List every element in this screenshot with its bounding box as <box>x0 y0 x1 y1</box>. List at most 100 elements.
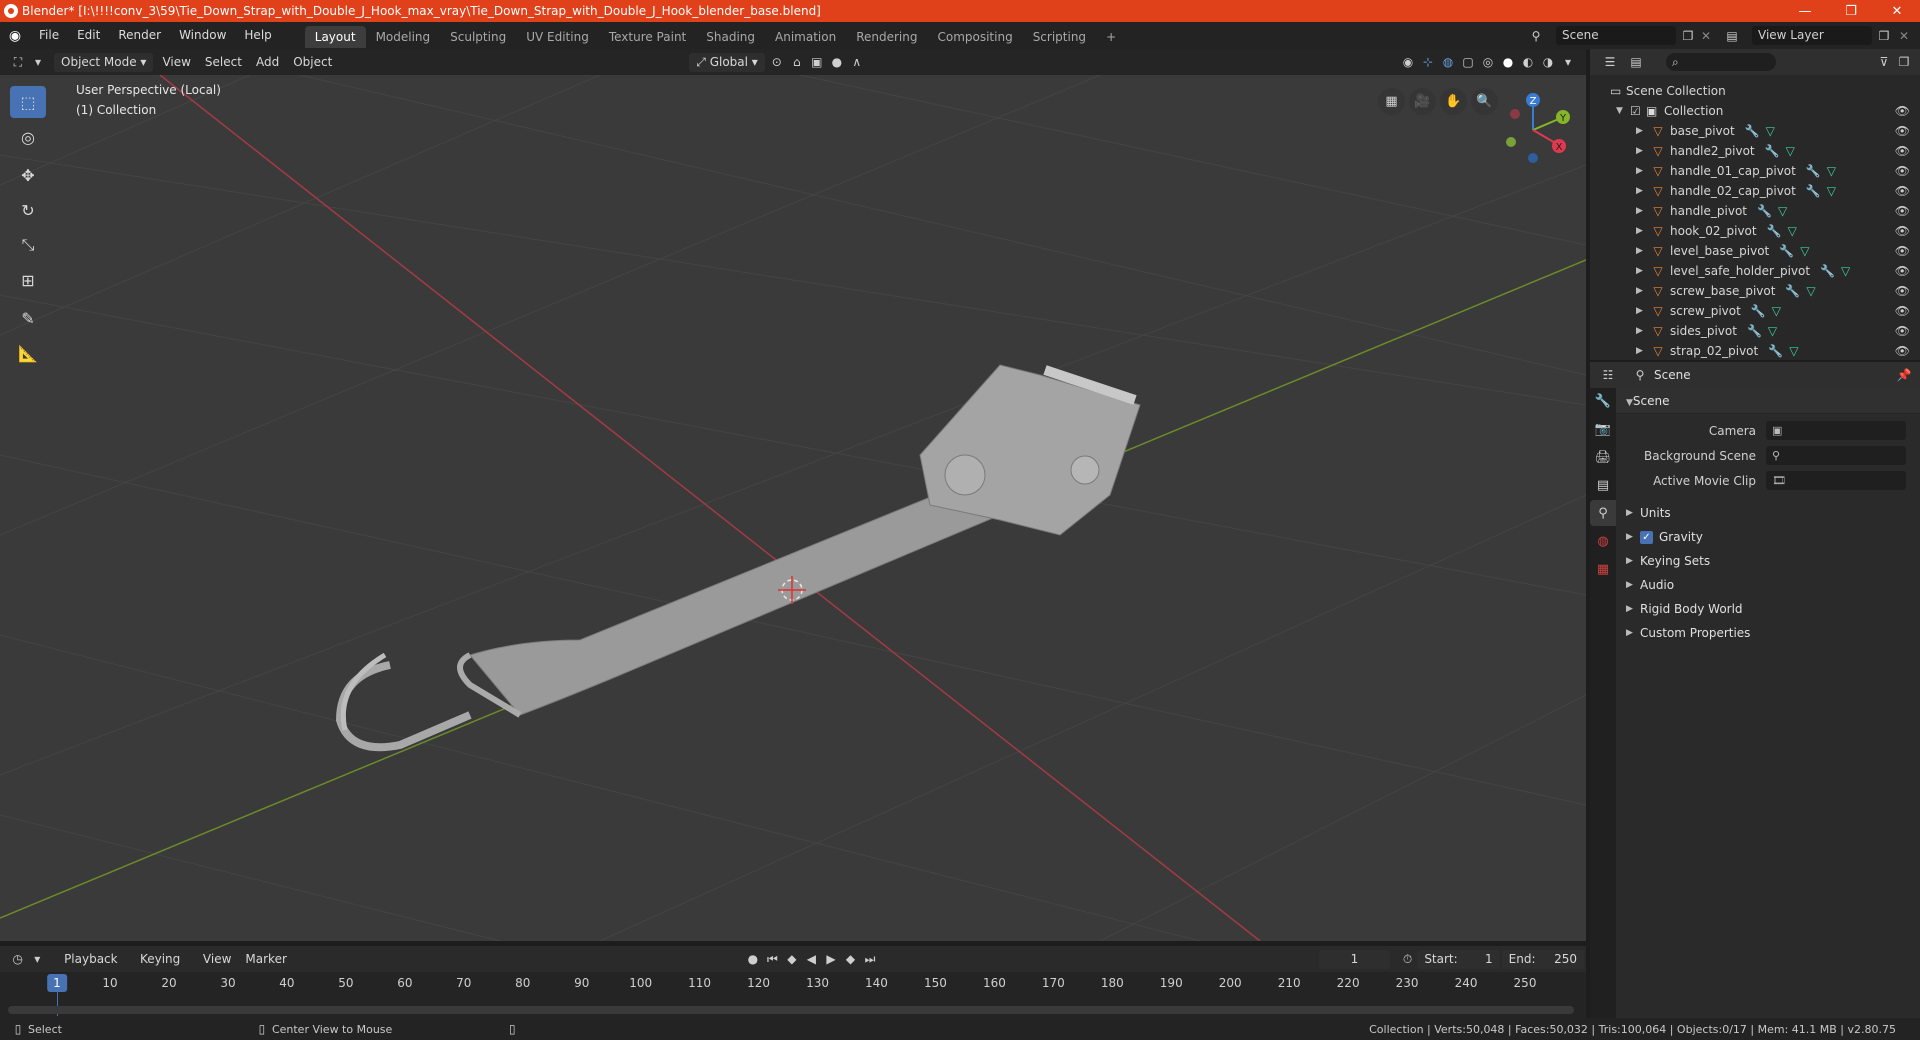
expand-chevron-icon[interactable]: ▶ <box>1636 306 1650 316</box>
tab-shading[interactable]: Shading <box>696 26 765 48</box>
new-view-layer-icon[interactable]: ❐ <box>1874 26 1894 45</box>
tab-uv-editing[interactable]: UV Editing <box>516 26 599 48</box>
eye-icon[interactable]: 👁 <box>1895 264 1910 278</box>
menu-window[interactable]: Window <box>170 22 235 49</box>
timeline-menu-view[interactable]: View <box>196 950 238 969</box>
tab-scripting[interactable]: Scripting <box>1023 26 1096 48</box>
view-layer-browse-icon[interactable]: ▤ <box>1722 26 1742 45</box>
gizmo-toggle-icon[interactable]: ⊹ <box>1418 53 1438 72</box>
rotate-icon[interactable]: ↻ <box>10 194 46 226</box>
outliner-object-row[interactable]: ▶ ▽ level_base_pivot 🔧 ▽ 👁 <box>1590 241 1920 261</box>
mesh-data-icon[interactable]: ▽ <box>1768 324 1777 338</box>
tab-modeling[interactable]: Modeling <box>366 26 441 48</box>
modifier-icon[interactable]: 🔧 <box>1757 204 1772 218</box>
annotate-icon[interactable]: ✎ <box>10 302 46 334</box>
modifier-icon[interactable]: 🔧 <box>1751 304 1766 318</box>
outliner-object-row[interactable]: ▶ ▽ hook_02_pivot 🔧 ▽ 👁 <box>1590 221 1920 241</box>
pan-view-icon[interactable]: ✋ <box>1440 88 1467 115</box>
custom-properties-panel[interactable]: ▶ Custom Properties <box>1616 621 1920 645</box>
eye-icon[interactable]: 👁 <box>1895 224 1910 238</box>
collection-row[interactable]: ▼ ☑ ▣ Collection 👁 <box>1590 101 1920 121</box>
shading-options-icon[interactable]: ▾ <box>1558 53 1578 72</box>
expand-chevron-icon[interactable]: ▶ <box>1636 326 1650 336</box>
modifier-icon[interactable]: 🔧 <box>1779 244 1794 258</box>
viewport-menu-add[interactable]: Add <box>249 53 286 72</box>
expand-chevron-icon[interactable]: ▶ <box>1636 346 1650 356</box>
menu-edit[interactable]: Edit <box>68 22 109 49</box>
render-properties-icon[interactable]: 📷 <box>1590 416 1616 442</box>
gravity-checkbox[interactable]: ✓ <box>1640 530 1653 544</box>
eye-icon[interactable]: 👁 <box>1895 204 1910 218</box>
cursor-icon[interactable]: ◎ <box>10 121 46 153</box>
mesh-data-icon[interactable]: ▽ <box>1786 144 1795 158</box>
current-frame-field[interactable]: 1 <box>1319 949 1390 969</box>
overlay-toggle-icon[interactable]: ◍ <box>1438 53 1458 72</box>
close-button[interactable]: ✕ <box>1874 0 1920 22</box>
expand-chevron-icon[interactable]: ▶ <box>1636 246 1650 256</box>
mesh-data-icon[interactable]: ▽ <box>1800 244 1809 258</box>
new-collection-icon[interactable]: ❐ <box>1894 53 1914 72</box>
display-mode-icon[interactable]: ▤ <box>1626 53 1646 72</box>
background-scene-field[interactable]: ⚲ <box>1766 446 1906 465</box>
add-workspace-button[interactable]: + <box>1096 26 1126 48</box>
xray-icon[interactable]: ▢ <box>1458 53 1478 72</box>
checkbox-icon[interactable]: ☑ <box>1630 104 1646 118</box>
viewport-menu-object[interactable]: Object <box>286 53 339 72</box>
scene-selector[interactable]: Scene <box>1556 26 1676 45</box>
eye-icon[interactable]: 👁 <box>1895 324 1910 338</box>
world-properties-icon[interactable]: ◍ <box>1590 528 1616 554</box>
tab-sculpting[interactable]: Sculpting <box>440 26 516 48</box>
modifier-icon[interactable]: 🔧 <box>1767 224 1782 238</box>
viewport-menu-select[interactable]: Select <box>198 53 249 72</box>
units-panel[interactable]: ▶ Units <box>1616 501 1920 525</box>
play-reverse-icon[interactable]: ◀ <box>802 950 822 969</box>
material-shading-icon[interactable]: ◐ <box>1518 53 1538 72</box>
expand-chevron-icon[interactable]: ▶ <box>1636 146 1650 156</box>
timeline-editor-type-icon[interactable]: ◷ <box>8 950 28 969</box>
expand-chevron-icon[interactable]: ▶ <box>1636 206 1650 216</box>
3d-viewport[interactable]: User Perspective (Local) (1) Collection <box>0 75 1586 941</box>
mesh-data-icon[interactable]: ▽ <box>1827 164 1836 178</box>
mode-dropdown[interactable]: Object Mode ▾ <box>54 52 154 72</box>
rigid-body-world-panel[interactable]: ▶ Rigid Body World <box>1616 597 1920 621</box>
viewport-menu-view[interactable]: View <box>155 53 197 72</box>
jump-start-icon[interactable]: ⏮ <box>763 950 783 969</box>
expand-chevron-icon[interactable]: ▶ <box>1636 266 1650 276</box>
prev-keyframe-icon[interactable]: ◆ <box>782 950 802 969</box>
tab-layout[interactable]: Layout <box>304 25 366 48</box>
snap-target-icon[interactable]: ▣ <box>807 53 827 72</box>
select-box-icon[interactable]: ⬚ <box>10 86 46 118</box>
gravity-panel[interactable]: ▶ ✓ Gravity <box>1616 525 1920 549</box>
modifier-icon[interactable]: 🔧 <box>1820 264 1835 278</box>
outliner-search-input[interactable]: ⌕ <box>1666 53 1776 71</box>
outliner-editor-type-icon[interactable]: ☰ <box>1600 53 1620 72</box>
tab-animation[interactable]: Animation <box>765 26 846 48</box>
snap-icon[interactable]: ⌂ <box>787 53 807 72</box>
texture-properties-icon[interactable]: ▦ <box>1590 556 1616 582</box>
timeline-menu-playback[interactable]: Playback ▾ <box>57 950 133 985</box>
mesh-data-icon[interactable]: ▽ <box>1788 224 1797 238</box>
scale-icon[interactable]: ⤡ <box>10 229 46 261</box>
eye-icon[interactable]: 👁 <box>1895 124 1910 138</box>
record-icon[interactable]: ● <box>743 950 763 969</box>
view-layer-selector[interactable]: View Layer <box>1752 26 1872 45</box>
eye-icon[interactable]: 👁 <box>1895 104 1910 118</box>
tool-settings-icon[interactable]: 🔧 <box>1590 388 1616 414</box>
outliner-object-row[interactable]: ▶ ▽ handle_02_cap_pivot 🔧 ▽ 👁 <box>1590 181 1920 201</box>
new-scene-icon[interactable]: ❐ <box>1678 26 1698 45</box>
camera-field[interactable]: ▣ <box>1766 421 1906 440</box>
eye-icon[interactable]: 👁 <box>1895 244 1910 258</box>
play-icon[interactable]: ▶ <box>821 950 841 969</box>
next-keyframe-icon[interactable]: ◆ <box>841 950 861 969</box>
expand-chevron-icon[interactable]: ▶ <box>1636 186 1650 196</box>
pivot-point-icon[interactable]: ⊙ <box>767 53 787 72</box>
eye-icon[interactable]: 👁 <box>1895 284 1910 298</box>
timeline-scrollbar[interactable] <box>8 1006 1574 1014</box>
chevron-down-icon[interactable]: ▾ <box>28 53 48 72</box>
menu-help[interactable]: Help <box>235 22 280 49</box>
scene-properties-icon[interactable]: ⚲ <box>1590 500 1616 526</box>
expand-chevron-icon[interactable]: ▶ <box>1636 166 1650 176</box>
mesh-data-icon[interactable]: ▽ <box>1778 204 1787 218</box>
output-properties-icon[interactable]: 🖨 <box>1590 444 1616 470</box>
timeline-menu-keying[interactable]: Keying ▾ <box>133 950 196 985</box>
